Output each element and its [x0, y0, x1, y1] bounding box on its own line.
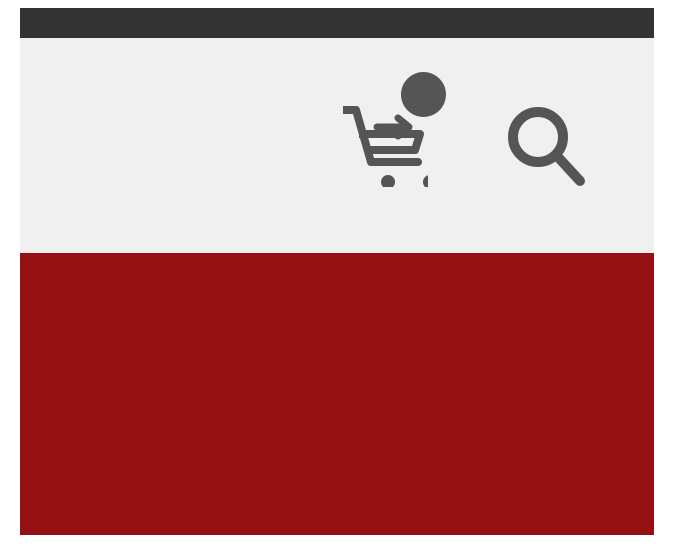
cart-button[interactable]: [343, 72, 448, 187]
cart-count-badge: [401, 72, 446, 117]
search-icon: [507, 106, 587, 188]
search-button[interactable]: [507, 106, 587, 188]
top-strip: [20, 8, 654, 38]
hero-banner: [20, 253, 654, 535]
page-viewport: [20, 8, 654, 535]
